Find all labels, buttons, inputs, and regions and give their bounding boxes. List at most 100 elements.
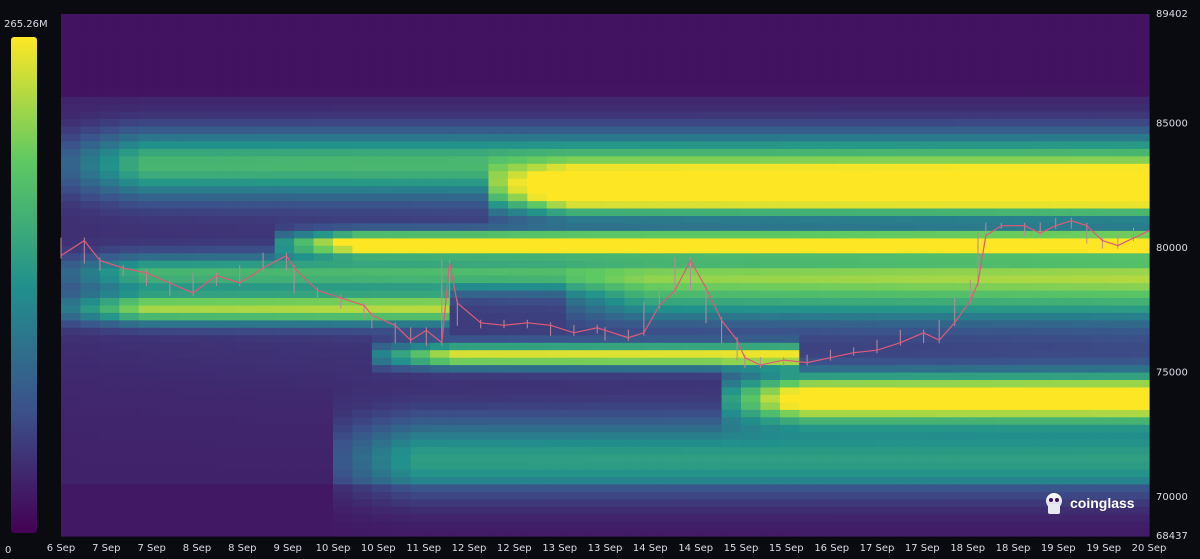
heatmap-cell bbox=[371, 252, 392, 261]
heatmap-cell bbox=[585, 454, 606, 463]
heatmap-cell bbox=[80, 401, 101, 410]
heatmap-cell bbox=[643, 163, 664, 172]
heatmap-cell bbox=[177, 51, 198, 60]
heatmap-cell bbox=[235, 73, 256, 82]
heatmap-cell bbox=[1013, 454, 1033, 463]
heatmap-cell bbox=[80, 58, 101, 67]
heatmap-cell bbox=[643, 193, 664, 202]
heatmap-cell bbox=[99, 178, 120, 187]
heatmap-cell bbox=[449, 327, 470, 336]
heatmap-cell bbox=[605, 424, 625, 433]
x-axis: 6 Sep 7 Sep 7 Sep 8 Sep 8 Sep 9 Sep 10 Sep 10 S… bbox=[47, 543, 1167, 554]
heatmap-cell bbox=[410, 230, 431, 239]
heatmap-cell bbox=[449, 394, 470, 403]
heatmap-cell bbox=[138, 222, 159, 231]
heatmap-cell bbox=[410, 349, 431, 358]
heatmap-cell bbox=[974, 386, 995, 395]
heatmap-cell bbox=[974, 133, 995, 142]
heatmap-cell bbox=[779, 215, 800, 224]
heatmap-cell bbox=[80, 506, 101, 515]
heatmap-cell bbox=[779, 222, 800, 231]
heatmap-cell bbox=[313, 528, 334, 537]
heatmap-cell bbox=[1090, 222, 1111, 231]
heatmap-cell bbox=[896, 96, 917, 105]
heatmap-cell bbox=[527, 439, 548, 448]
heatmap-cell bbox=[352, 424, 373, 433]
heatmap-cell bbox=[333, 110, 353, 119]
heatmap-cell bbox=[954, 28, 975, 37]
heatmap-cell bbox=[585, 21, 606, 30]
heatmap-cell bbox=[741, 51, 761, 60]
heatmap-cell bbox=[235, 96, 256, 105]
heatmap-cell bbox=[799, 66, 820, 75]
heatmap-cell bbox=[216, 416, 237, 425]
heatmap-cell bbox=[352, 43, 373, 52]
heatmap-cell bbox=[915, 66, 936, 75]
heatmap-cell bbox=[1090, 386, 1111, 395]
heatmap-cell bbox=[1071, 133, 1092, 142]
heatmap-cell bbox=[779, 476, 800, 485]
heatmap-cell bbox=[1071, 28, 1092, 37]
heatmap-cell bbox=[915, 140, 936, 149]
heatmap-cell bbox=[935, 200, 956, 209]
heatmap-cell bbox=[197, 178, 217, 187]
heatmap-cell bbox=[954, 424, 975, 433]
heatmap-cell bbox=[643, 401, 664, 410]
heatmap-cell bbox=[333, 125, 353, 134]
heatmap-cell bbox=[915, 125, 936, 134]
heatmap-cell bbox=[896, 125, 917, 134]
heatmap-cell bbox=[1032, 282, 1053, 291]
heatmap-cell bbox=[80, 334, 101, 343]
heatmap-cell bbox=[410, 260, 431, 269]
heatmap-cell bbox=[566, 140, 587, 149]
heatmap-cell bbox=[235, 230, 256, 239]
heatmap-cell bbox=[1051, 260, 1072, 269]
heatmap-cell bbox=[605, 230, 625, 239]
heatmap-cell bbox=[177, 155, 198, 164]
heatmap-cell bbox=[371, 267, 392, 276]
heatmap-cell bbox=[371, 200, 392, 209]
heatmap-cell bbox=[507, 275, 528, 284]
heatmap-cell bbox=[488, 140, 509, 149]
heatmap-cell bbox=[857, 521, 878, 530]
heatmap-cell bbox=[624, 81, 645, 90]
heatmap-cell bbox=[430, 275, 451, 284]
heatmap-cell bbox=[838, 267, 859, 276]
heatmap-cell bbox=[877, 73, 897, 82]
heatmap-cell bbox=[954, 148, 975, 157]
heatmap-cell bbox=[741, 133, 761, 142]
heatmap-cell bbox=[546, 379, 567, 388]
heatmap-cell bbox=[449, 289, 470, 298]
heatmap-cell bbox=[99, 386, 120, 395]
heatmap-cell bbox=[1090, 431, 1111, 440]
heatmap-cell bbox=[391, 491, 412, 500]
heatmap-cell bbox=[663, 73, 684, 82]
heatmap-cell bbox=[333, 28, 353, 37]
heatmap-cell bbox=[624, 222, 645, 231]
heatmap-cell bbox=[974, 461, 995, 470]
heatmap-cell bbox=[294, 103, 315, 112]
heatmap-cell bbox=[779, 267, 800, 276]
heatmap-cell bbox=[119, 118, 140, 127]
heatmap-cell bbox=[61, 371, 81, 380]
heatmap-cell bbox=[138, 513, 159, 522]
heatmap-cell bbox=[935, 275, 956, 284]
heatmap-cell bbox=[721, 140, 742, 149]
heatmap-cell bbox=[857, 66, 878, 75]
heatmap-cell bbox=[1013, 483, 1033, 492]
heatmap-cell bbox=[760, 140, 781, 149]
heatmap-cell bbox=[663, 222, 684, 231]
heatmap-cell bbox=[469, 133, 489, 142]
heatmap-cell bbox=[488, 81, 509, 90]
heatmap-cell bbox=[877, 140, 897, 149]
heatmap-cell bbox=[507, 506, 528, 515]
heatmap-cell bbox=[566, 461, 587, 470]
heatmap-cell bbox=[99, 73, 120, 82]
heatmap-cell bbox=[391, 461, 412, 470]
heatmap-cell bbox=[197, 222, 217, 231]
heatmap-cell bbox=[643, 409, 664, 418]
heatmap-cell bbox=[993, 349, 1014, 358]
heatmap-cell bbox=[546, 58, 567, 67]
heatmap-cell bbox=[61, 73, 81, 82]
heatmap-cell bbox=[507, 66, 528, 75]
